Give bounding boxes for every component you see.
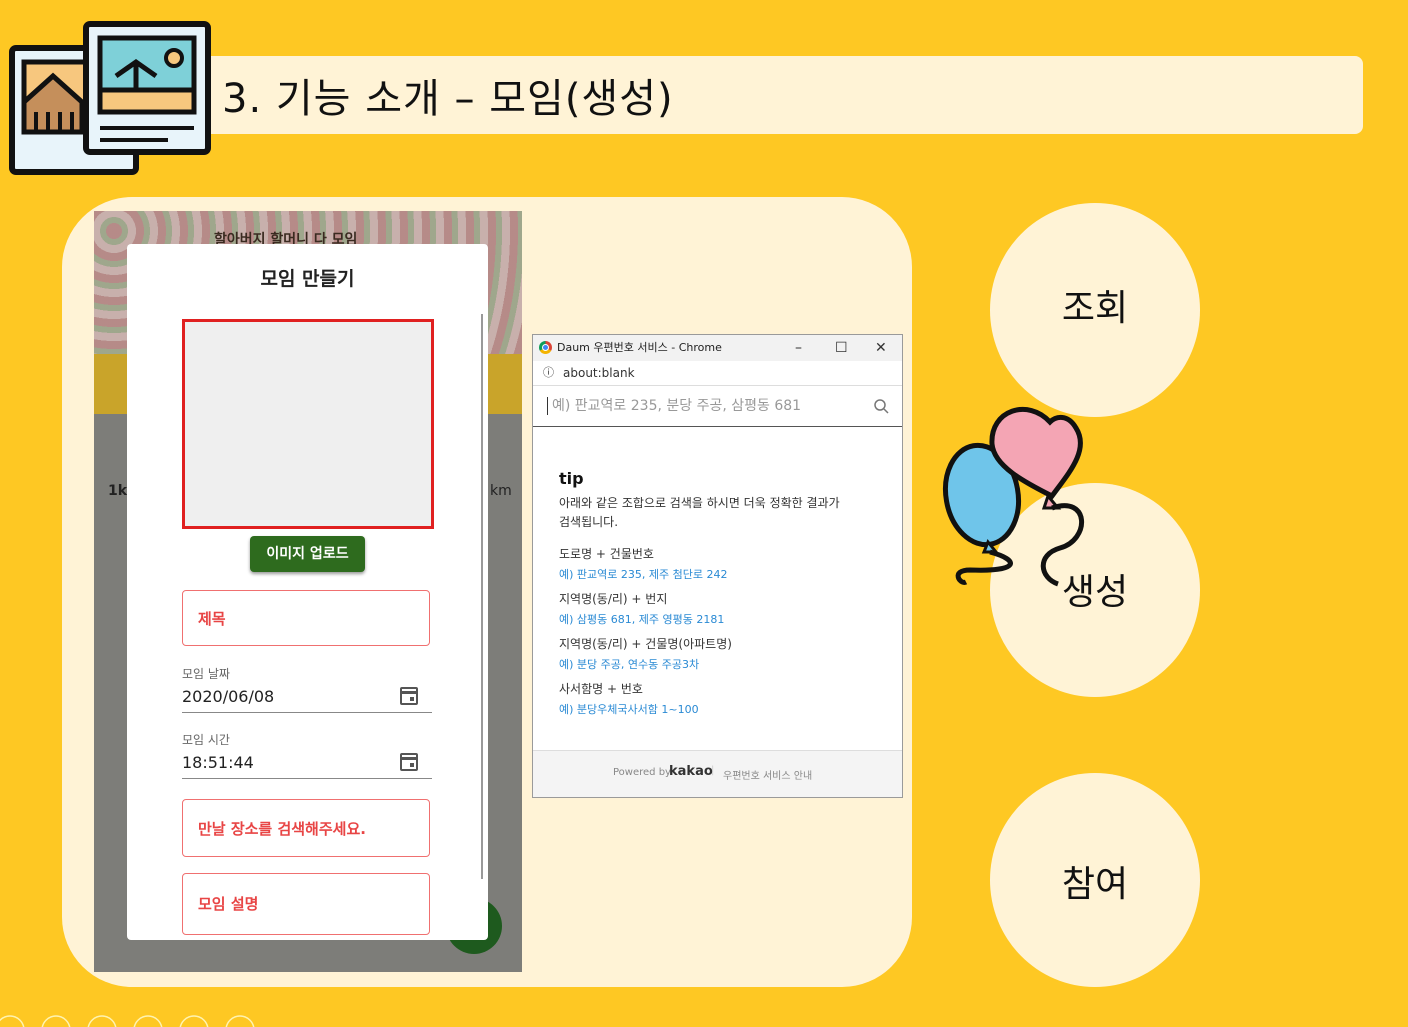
rule-label: 도로명 + 건물번호 [559,547,654,561]
calendar-icon[interactable] [400,753,418,771]
time-field[interactable]: 18:51:44 [182,753,432,779]
address-bar[interactable]: ⓘ about:blank [533,361,902,386]
feature-label-join: 참여 [1061,864,1129,905]
address-text: about:blank [563,366,635,380]
date-value: 2020/06/08 [182,687,275,706]
powered-by-text: Powered by [613,767,671,778]
rule-label: 지역명(동/리) + 번지 [559,592,668,606]
service-info-link[interactable]: 우편번호 서비스 안내 [723,767,812,782]
chrome-icon [539,341,552,354]
description-field[interactable]: 모임 설명 [182,873,430,935]
rule-label: 지역명(동/리) + 건물명(아파트명) [559,637,732,651]
image-preview[interactable] [182,319,434,529]
maximize-icon[interactable]: ☐ [835,335,848,361]
decorative-dots [0,1015,255,1027]
window-titlebar: Daum 우편번호 서비스 - Chrome – ☐ ✕ [533,335,902,361]
gallery-icon [9,21,211,175]
rule-example: 예) 분당우체국사서함 1~100 [559,703,699,716]
window-title: Daum 우편번호 서비스 - Chrome [557,341,722,354]
kakao-logo: kakao [669,764,713,779]
distance-right: km [490,483,512,499]
search-icon[interactable] [873,398,889,414]
feature-label-view: 조회 [1061,288,1129,329]
search-placeholder: 예) 판교역로 235, 분당 주공, 삼평동 681 [547,397,801,415]
time-label: 모임 시간 [182,733,230,747]
balloons-icon [942,406,1085,587]
phone-screenshot: 할아버지 할머니 다 모임 1k km 모임 만들기 이미지 업로드 제목 모임… [94,211,522,972]
place-search-field[interactable]: 만날 장소를 검색해주세요. [182,799,430,857]
info-icon: ⓘ [543,366,554,379]
page-title: 3. 기능 소개 – 모임(생성) [222,76,674,122]
tip-description: 아래와 같은 조합으로 검색을 하시면 더욱 정확한 결과가 [559,496,840,510]
title-field[interactable]: 제목 [182,590,430,646]
popup-footer: Powered by kakao | 우편번호 서비스 안내 [533,750,902,797]
scrollbar[interactable] [481,314,483,879]
rule-label: 사서함명 + 번호 [559,682,643,696]
rule-example: 예) 분당 주공, 연수동 주공3차 [559,658,700,671]
date-field[interactable]: 2020/06/08 [182,687,432,713]
rule-example: 예) 판교역로 235, 제주 첨단로 242 [559,568,728,581]
rule-example: 예) 삼평동 681, 제주 영평동 2181 [559,613,725,626]
address-search-input[interactable]: 예) 판교역로 235, 분당 주공, 삼평동 681 [533,386,902,427]
create-meeting-modal: 모임 만들기 이미지 업로드 제목 모임 날짜 2020/06/08 모임 시간… [127,244,488,940]
time-value: 18:51:44 [182,753,254,772]
tip-heading: tip [559,469,584,488]
postcode-popup-window: Daum 우편번호 서비스 - Chrome – ☐ ✕ ⓘ about:bla… [532,334,903,798]
tip-description: 검색됩니다. [559,515,619,529]
date-label: 모임 날짜 [182,667,230,681]
footer-divider: | [711,765,715,776]
image-upload-button[interactable]: 이미지 업로드 [250,536,365,572]
distance-left: 1k [108,483,128,499]
calendar-icon[interactable] [400,687,418,705]
minimize-icon[interactable]: – [795,335,802,361]
close-icon[interactable]: ✕ [875,335,887,361]
modal-title: 모임 만들기 [260,268,355,290]
